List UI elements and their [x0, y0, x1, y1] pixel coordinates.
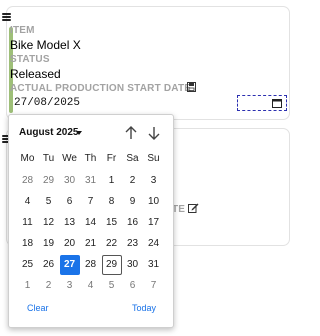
- calendar-day[interactable]: 1: [18, 276, 38, 296]
- calendar-day[interactable]: 9: [123, 192, 143, 212]
- calendar-day[interactable]: 10: [144, 192, 164, 212]
- weekday-header: Mo: [20, 153, 35, 164]
- calendar-day[interactable]: 30: [60, 171, 80, 191]
- arrow-up-icon[interactable]: [123, 125, 139, 141]
- weekday-header: Tu: [42, 153, 55, 164]
- calendar-day[interactable]: 8: [102, 192, 122, 212]
- calendar-day[interactable]: 30: [123, 255, 143, 275]
- calendar-day[interactable]: 21: [81, 234, 101, 254]
- arrow-down-icon[interactable]: [146, 125, 162, 141]
- calendar-day[interactable]: 31: [144, 255, 164, 275]
- edit-icon[interactable]: [188, 203, 199, 213]
- weekday-header: Su: [147, 153, 160, 164]
- calendar-icon: [272, 99, 282, 108]
- calendar-day[interactable]: 26: [39, 255, 59, 275]
- calendar-day[interactable]: 7: [144, 276, 164, 296]
- item-value: Bike Model X: [10, 38, 81, 52]
- calendar-day[interactable]: 13: [60, 213, 80, 233]
- calendar-day[interactable]: 7: [81, 192, 101, 212]
- calendar-day[interactable]: 15: [102, 213, 122, 233]
- calendar-day[interactable]: 28: [18, 171, 38, 191]
- save-icon[interactable]: [187, 82, 196, 92]
- calendar-day[interactable]: 6: [123, 276, 143, 296]
- calendar-day[interactable]: 2: [39, 276, 59, 296]
- calendar-day[interactable]: 1: [102, 171, 122, 191]
- calendar-day[interactable]: 20: [60, 234, 80, 254]
- month-year-selector[interactable]: August 2025: [19, 127, 78, 138]
- calendar-day[interactable]: 29: [101, 255, 122, 275]
- calendar-day[interactable]: 27: [59, 255, 80, 275]
- calendar-day[interactable]: 22: [102, 234, 122, 254]
- calendar-day[interactable]: 17: [144, 213, 164, 233]
- start-date-input[interactable]: 27/08/2025: [14, 97, 80, 109]
- calendar-day[interactable]: 5: [102, 276, 122, 296]
- calendar-day[interactable]: 19: [39, 234, 59, 254]
- weekday-header: We: [62, 153, 77, 164]
- calendar-day[interactable]: 24: [144, 234, 164, 254]
- today-button[interactable]: Today: [132, 303, 156, 313]
- start-date-label: ACTUAL PRODUCTION START DATE: [10, 83, 192, 94]
- menu-icon[interactable]: [2, 13, 11, 21]
- status-label: STATUS: [10, 54, 50, 65]
- calendar-day[interactable]: 18: [18, 234, 38, 254]
- date-picker-popup: August 2025 Mo Tu We Th Fr Sa Su 28 29 30 31 1 2 3 4 5…: [8, 114, 174, 328]
- weekday-header: Th: [84, 153, 97, 164]
- item-label: ITEM: [10, 25, 35, 36]
- calendar-day[interactable]: 5: [39, 192, 59, 212]
- calendar-day[interactable]: 23: [123, 234, 143, 254]
- calendar-day[interactable]: 4: [18, 192, 38, 212]
- weekday-header: Fr: [106, 153, 117, 164]
- calendar-day[interactable]: 29: [39, 171, 59, 191]
- calendar-day[interactable]: 3: [144, 171, 164, 191]
- calendar-button[interactable]: [237, 95, 287, 111]
- weekday-header: Sa: [126, 153, 139, 164]
- calendar-day[interactable]: 25: [18, 255, 38, 275]
- calendar-day[interactable]: 16: [123, 213, 143, 233]
- clear-button[interactable]: Clear: [27, 303, 49, 313]
- calendar-day[interactable]: 3: [60, 276, 80, 296]
- chevron-down-icon[interactable]: [76, 131, 82, 135]
- status-value: Released: [10, 67, 61, 81]
- calendar-day[interactable]: 2: [123, 171, 143, 191]
- calendar-day[interactable]: 12: [39, 213, 59, 233]
- calendar-day[interactable]: 11: [18, 213, 38, 233]
- calendar-day[interactable]: 28: [81, 255, 101, 275]
- calendar-day[interactable]: 6: [60, 192, 80, 212]
- calendar-day[interactable]: 14: [81, 213, 101, 233]
- calendar-day[interactable]: 31: [81, 171, 101, 191]
- calendar-day[interactable]: 4: [81, 276, 101, 296]
